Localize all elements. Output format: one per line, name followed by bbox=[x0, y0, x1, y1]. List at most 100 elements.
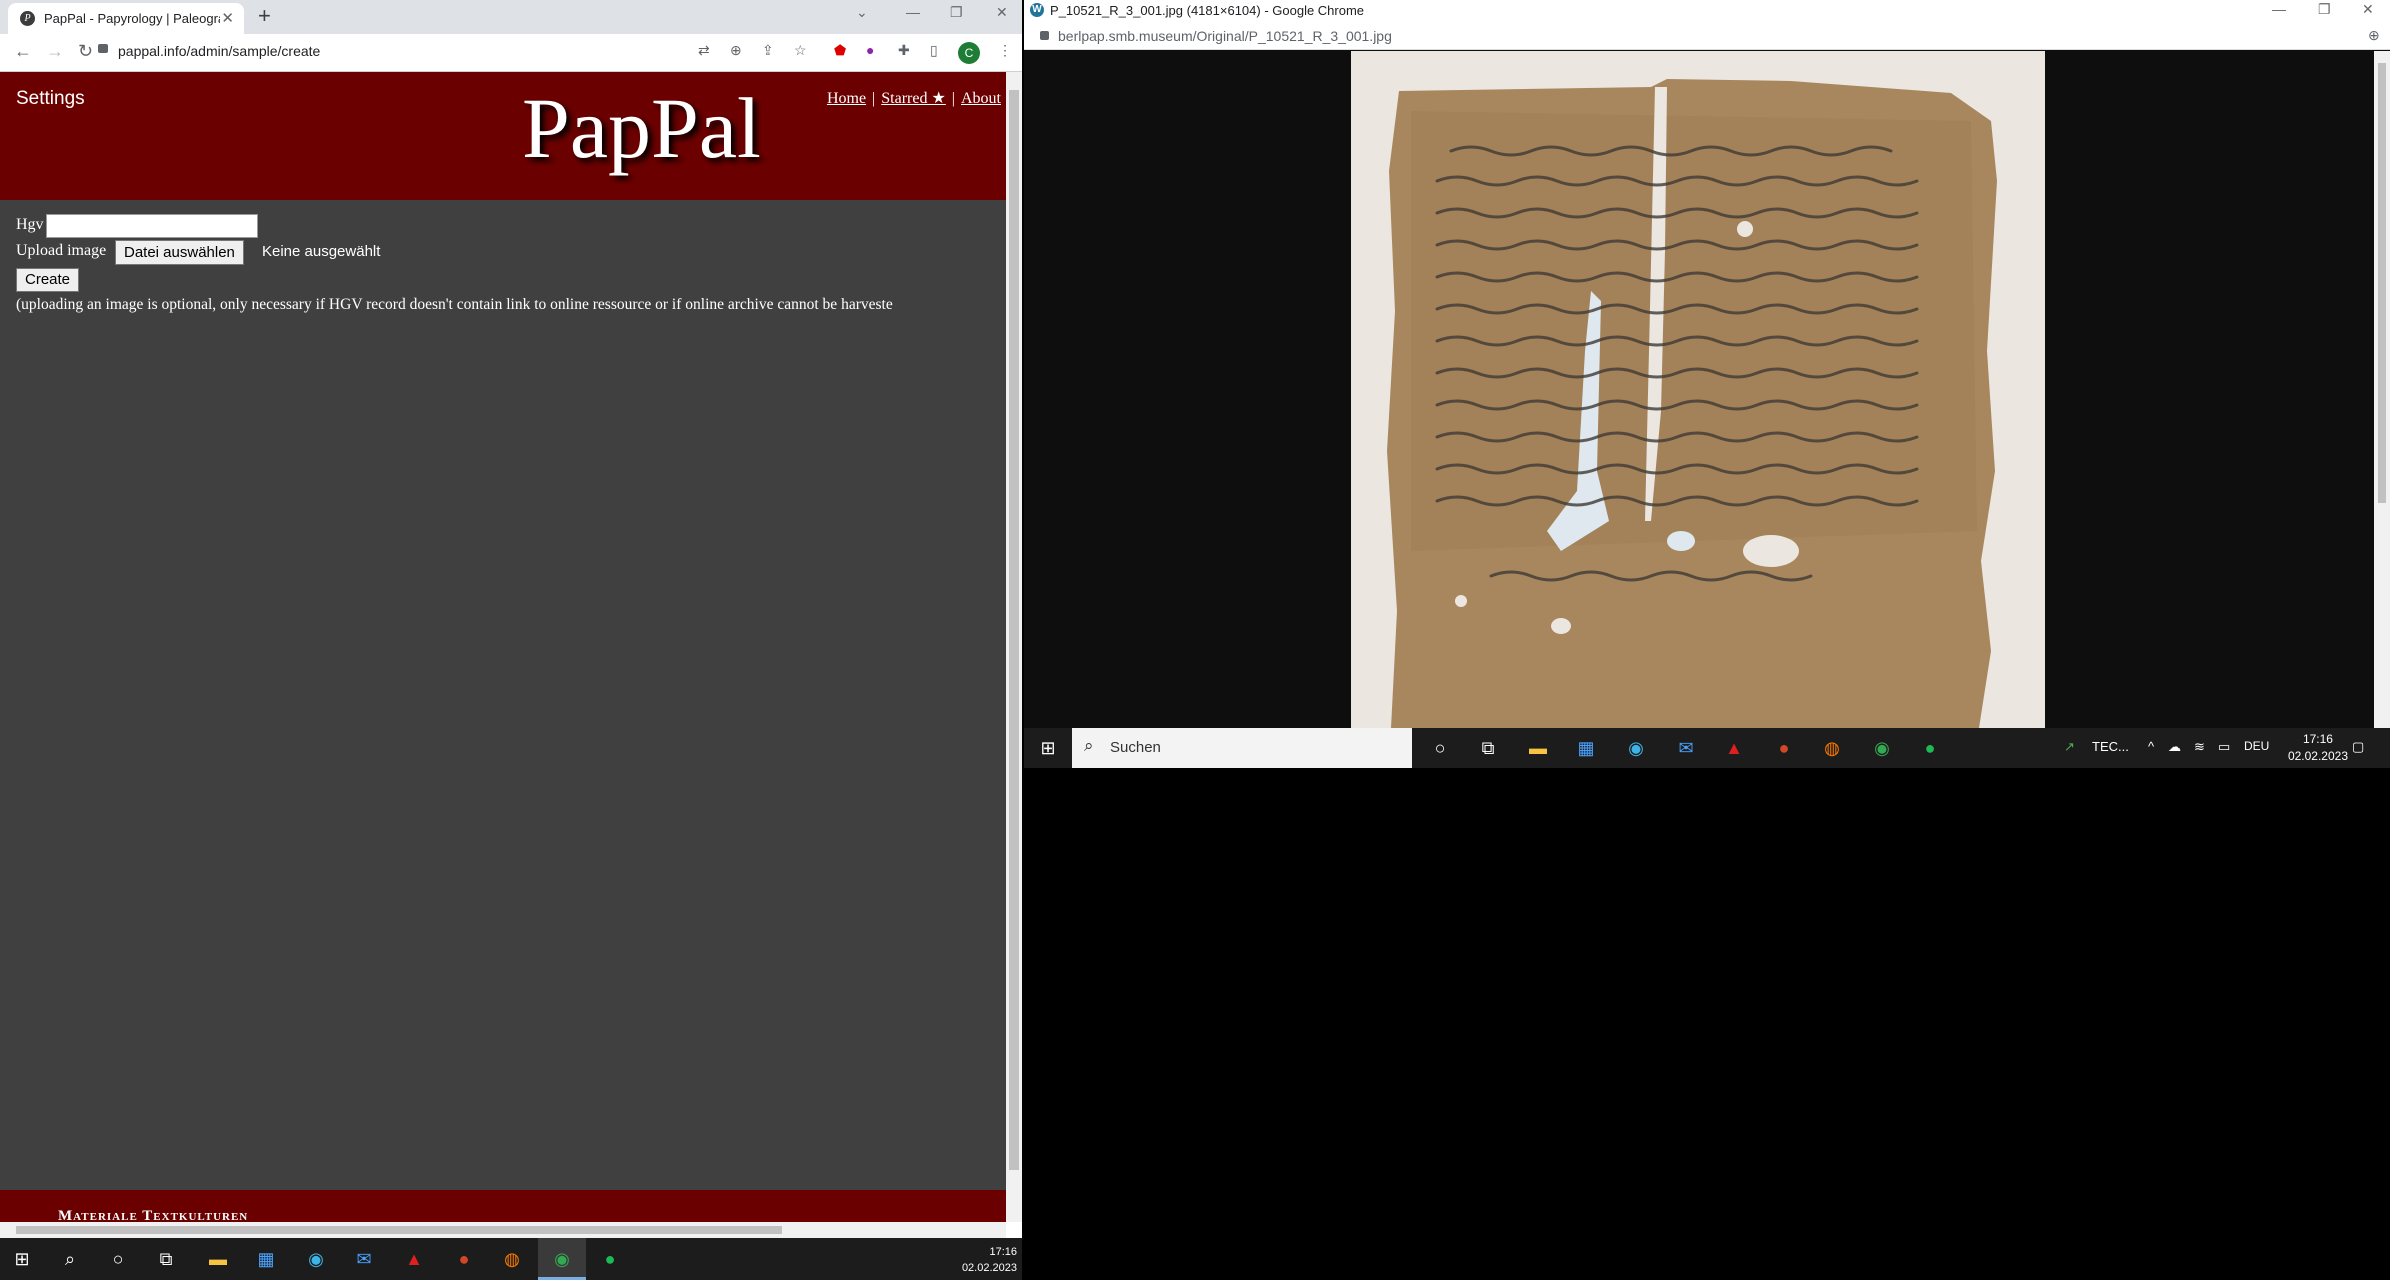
nav-separator: | bbox=[872, 90, 876, 107]
close-window-icon[interactable]: ✕ bbox=[996, 4, 1008, 21]
nav-about-link[interactable]: About bbox=[961, 90, 1001, 107]
upload-note: (uploading an image is optional, only ne… bbox=[16, 296, 893, 313]
extension-purple-icon[interactable]: ● bbox=[866, 42, 874, 58]
choose-file-button[interactable]: Datei auswählen bbox=[115, 240, 244, 265]
nav-starred-link[interactable]: Starred ★ bbox=[881, 90, 946, 107]
tab-strip: P PapPal - Papyrology | Paleograph ✕ + ⌄… bbox=[0, 0, 1022, 34]
tab-search-icon[interactable]: ⌄ bbox=[856, 4, 868, 21]
edge-icon[interactable]: ◉ bbox=[1624, 736, 1648, 760]
url-text: berlpap.smb.museum/Original/P_10521_R_3_… bbox=[1058, 28, 1392, 44]
left-browser-window: P PapPal - Papyrology | Paleograph ✕ + ⌄… bbox=[0, 0, 1022, 1238]
upload-label: Upload image bbox=[16, 242, 107, 259]
right-vertical-scrollbar[interactable] bbox=[2374, 51, 2390, 728]
vertical-scrollbar[interactable] bbox=[1006, 72, 1022, 1222]
new-tab-icon[interactable]: + bbox=[258, 3, 271, 29]
window-title: P_10521_R_3_001.jpg (4181×6104) - Google… bbox=[1050, 3, 1365, 18]
page-content: Settings PapPal Home | Starred ★ | About Hgv… bbox=[0, 72, 1006, 1222]
nav-home-link[interactable]: Home bbox=[827, 90, 866, 107]
stock-app-icon[interactable]: ↗ bbox=[2064, 739, 2075, 755]
acrobat-icon[interactable]: ▲ bbox=[402, 1247, 426, 1271]
nav-separator: | bbox=[951, 90, 955, 107]
chrome-icon[interactable]: ◉ bbox=[550, 1247, 574, 1271]
hgv-input[interactable] bbox=[46, 214, 258, 238]
taskbar-clock[interactable]: 17:16 02.02.2023 bbox=[962, 1244, 1017, 1276]
right-address-bar[interactable]: berlpap.smb.museum/Original/P_10521_R_3_… bbox=[1024, 22, 2390, 50]
minimize-icon[interactable]: — bbox=[2272, 1, 2286, 17]
footer-text: Materiale Textkulturen bbox=[58, 1208, 249, 1222]
store-icon[interactable]: ▦ bbox=[1574, 736, 1598, 760]
powerpoint-icon[interactable]: ● bbox=[452, 1247, 476, 1271]
acrobat-icon[interactable]: ▲ bbox=[1722, 736, 1746, 760]
scroll-thumb[interactable] bbox=[1009, 90, 1019, 1170]
tray-app-label[interactable]: TEC... bbox=[2092, 739, 2129, 754]
lock-icon bbox=[98, 44, 108, 53]
reload-icon[interactable]: ↻ bbox=[78, 41, 93, 62]
sidebar-icon[interactable]: ▯ bbox=[930, 42, 938, 59]
firefox-icon[interactable]: ◍ bbox=[500, 1247, 524, 1271]
battery-icon[interactable]: ▭ bbox=[2218, 739, 2230, 755]
lock-icon bbox=[1040, 31, 1049, 40]
scroll-thumb[interactable] bbox=[2378, 63, 2386, 503]
url-text: pappal.info/admin/sample/create bbox=[118, 43, 321, 59]
mail-icon[interactable]: ✉ bbox=[352, 1247, 376, 1271]
horizontal-scrollbar[interactable] bbox=[0, 1222, 1006, 1238]
wordpress-favicon-icon: W bbox=[1030, 3, 1044, 17]
zoom-icon[interactable]: ⊕ bbox=[2368, 27, 2380, 44]
create-button[interactable]: Create bbox=[16, 268, 80, 292]
edge-icon[interactable]: ◉ bbox=[304, 1247, 328, 1271]
menu-kebab-icon[interactable]: ⋮ bbox=[998, 42, 1012, 59]
file-explorer-icon[interactable]: ▬ bbox=[1526, 736, 1550, 760]
language-indicator[interactable]: DEU bbox=[2244, 739, 2269, 753]
hgv-label: Hgv bbox=[16, 216, 44, 233]
mail-icon[interactable]: ✉ bbox=[1674, 736, 1698, 760]
back-icon[interactable]: ← bbox=[14, 41, 32, 62]
close-tab-icon[interactable]: ✕ bbox=[221, 9, 234, 27]
taskbar-clock[interactable]: 17:16 02.02.2023 bbox=[2288, 731, 2348, 765]
spotify-icon[interactable]: ● bbox=[598, 1247, 622, 1271]
settings-link[interactable]: Settings bbox=[16, 88, 85, 110]
spotify-icon[interactable]: ● bbox=[1918, 736, 1942, 760]
windows-start-icon[interactable]: ⊞ bbox=[1036, 736, 1060, 760]
clock-date: 02.02.2023 bbox=[961, 1262, 1017, 1274]
clock-date: 02.02.2023 bbox=[2287, 749, 2348, 763]
store-icon[interactable]: ▦ bbox=[254, 1247, 278, 1271]
extensions-puzzle-icon[interactable]: ✚ bbox=[898, 42, 910, 59]
wifi-icon[interactable]: ≋ bbox=[2194, 739, 2205, 755]
restore-icon[interactable]: ❐ bbox=[2318, 1, 2331, 18]
search-icon[interactable]: ⌕ bbox=[58, 1247, 82, 1271]
forward-icon[interactable]: → bbox=[46, 41, 64, 62]
task-view-icon[interactable]: ⧉ bbox=[1476, 736, 1500, 760]
cortana-icon[interactable]: ○ bbox=[1428, 736, 1452, 760]
taskbar-left: ⊞ ⌕ ○ ⧉ ▬ ▦ ◉ ✉ ▲ ● ◍ ◉ ● 17:16 02.02.20… bbox=[0, 1238, 1022, 1280]
zoom-icon[interactable]: ⊕ bbox=[730, 42, 742, 59]
onedrive-icon[interactable]: ☁ bbox=[2168, 739, 2181, 755]
minimize-icon[interactable]: — bbox=[906, 4, 920, 20]
translate-icon[interactable]: ⇄ bbox=[698, 42, 710, 59]
search-icon: ⌕ bbox=[1084, 736, 1094, 755]
notification-icon[interactable]: ▢ bbox=[2352, 739, 2364, 755]
profile-avatar[interactable]: C bbox=[958, 42, 980, 64]
scroll-thumb[interactable] bbox=[16, 1226, 782, 1234]
top-nav: Home | Starred ★ | About bbox=[827, 88, 1001, 108]
create-row: Create bbox=[16, 268, 1006, 294]
tab-pappal[interactable]: P PapPal - Papyrology | Paleograph ✕ bbox=[8, 3, 244, 34]
close-window-icon[interactable]: ✕ bbox=[2362, 1, 2374, 18]
windows-start-icon[interactable]: ⊞ bbox=[10, 1247, 34, 1271]
tab-title: PapPal - Papyrology | Paleograph bbox=[44, 11, 220, 26]
restore-icon[interactable]: ❐ bbox=[950, 4, 963, 21]
tray-chevron-icon[interactable]: ^ bbox=[2148, 739, 2154, 754]
firefox-icon[interactable]: ◍ bbox=[1820, 736, 1844, 760]
chrome-icon[interactable]: ◉ bbox=[1870, 736, 1894, 760]
upload-row: Upload image Datei auswählen Keine ausge… bbox=[16, 240, 1006, 268]
cortana-icon[interactable]: ○ bbox=[106, 1247, 130, 1271]
extension-red-icon[interactable]: ⬟ bbox=[834, 42, 846, 59]
bookmark-star-icon[interactable]: ☆ bbox=[794, 42, 807, 59]
papyrus-image[interactable] bbox=[1351, 51, 2045, 728]
powerpoint-icon[interactable]: ● bbox=[1772, 736, 1796, 760]
right-browser-window: W P_10521_R_3_001.jpg (4181×6104) - Goog… bbox=[1024, 0, 2390, 728]
taskbar-search-box[interactable]: ⌕ Suchen bbox=[1072, 728, 1412, 768]
share-icon[interactable]: ⇪ bbox=[762, 42, 774, 59]
address-bar[interactable]: pappal.info/admin/sample/create bbox=[98, 43, 321, 59]
file-explorer-icon[interactable]: ▬ bbox=[206, 1247, 230, 1271]
task-view-icon[interactable]: ⧉ bbox=[154, 1247, 178, 1271]
